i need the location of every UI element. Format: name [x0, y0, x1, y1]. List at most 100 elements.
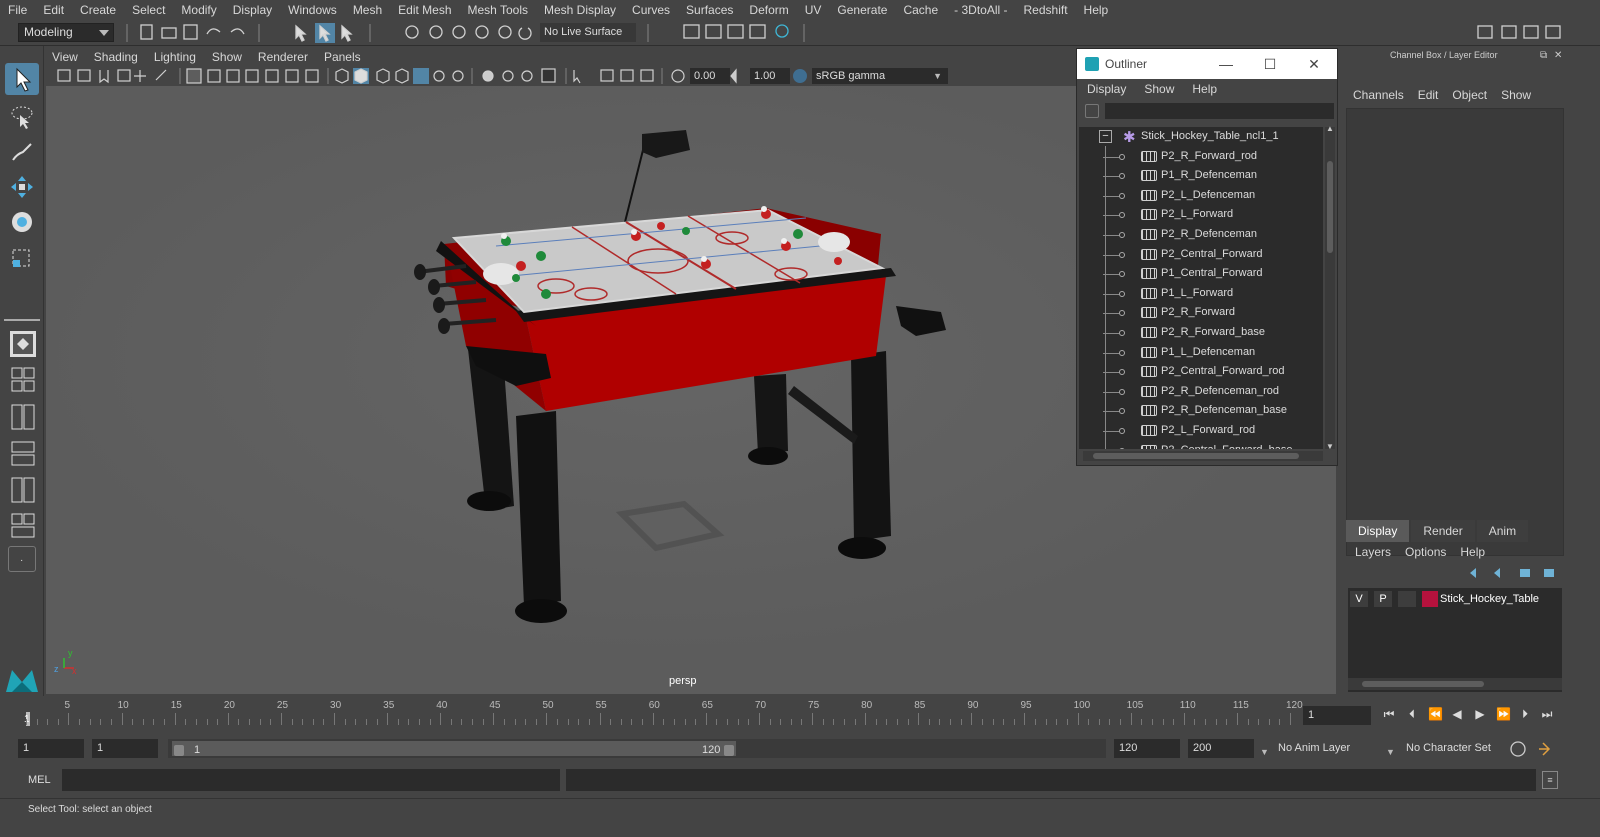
layer-horizontal-scrollbar[interactable]	[1348, 678, 1562, 690]
persp-hypershade-layout-button[interactable]	[5, 510, 39, 542]
tab-display[interactable]: Display	[1346, 520, 1410, 542]
four-view-layout-button[interactable]	[5, 364, 39, 396]
visibility-dot-icon[interactable]	[1119, 192, 1125, 199]
menu-deform[interactable]: Deform	[741, 3, 796, 17]
color-space-dropdown[interactable]: sRGB gamma ▼	[812, 68, 948, 84]
outliner-item[interactable]: P2_R_Forward	[1079, 303, 1323, 323]
scrollbar-thumb[interactable]	[1327, 161, 1333, 253]
channel-box-menu-object[interactable]: Object	[1445, 88, 1494, 102]
go-to-end-icon[interactable]: ⏭	[1540, 707, 1554, 721]
outliner-item[interactable]: P1_Central_Forward	[1079, 264, 1323, 284]
mode-selector[interactable]: Modeling	[18, 23, 114, 42]
outliner-titlebar[interactable]: Outliner — ☐ ✕	[1077, 49, 1337, 79]
range-slider-bar[interactable]: 1 120	[172, 741, 736, 756]
lasso-tool-button[interactable]	[5, 101, 39, 133]
outliner-item[interactable]: P1_L_Forward	[1079, 284, 1323, 304]
layer-playback-toggle[interactable]: P	[1374, 591, 1392, 607]
persp-outliner-layout-button[interactable]	[5, 401, 39, 433]
playback-start-field[interactable]: 1	[92, 739, 158, 758]
visibility-dot-icon[interactable]	[1119, 447, 1125, 449]
outliner-item[interactable]: P1_R_Defenceman	[1079, 166, 1323, 186]
menu-uv[interactable]: UV	[797, 3, 830, 17]
outliner-menu-show[interactable]: Show	[1134, 82, 1182, 96]
channel-box-menu-show[interactable]: Show	[1494, 88, 1538, 102]
visibility-dot-icon[interactable]	[1119, 388, 1125, 395]
visibility-dot-icon[interactable]	[1119, 369, 1125, 376]
menu-mesh-display[interactable]: Mesh Display	[536, 3, 624, 17]
menu-display[interactable]: Display	[225, 3, 280, 17]
visibility-dot-icon[interactable]	[1119, 310, 1125, 317]
menu-edit-mesh[interactable]: Edit Mesh	[390, 3, 459, 17]
menu-cache[interactable]: Cache	[895, 3, 946, 17]
outliner-item[interactable]: P2_R_Defenceman_base	[1079, 401, 1323, 421]
scroll-down-icon[interactable]: ▼	[1326, 442, 1334, 451]
outliner-menu-help[interactable]: Help	[1182, 82, 1225, 96]
outliner-horizontal-scrollbar[interactable]	[1083, 451, 1323, 461]
viewport-menu-show[interactable]: Show	[204, 50, 250, 64]
visibility-dot-icon[interactable]	[1119, 427, 1125, 434]
single-perspective-layout-button[interactable]	[5, 328, 39, 360]
maximize-icon[interactable]: ☐	[1261, 55, 1279, 73]
outliner-item[interactable]: P2_R_Defenceman	[1079, 225, 1323, 245]
select-tool-button[interactable]	[5, 63, 39, 95]
script-editor-icon[interactable]: ≡	[1542, 771, 1558, 789]
command-language-label[interactable]: MEL	[28, 774, 51, 786]
visibility-dot-icon[interactable]	[1119, 271, 1125, 278]
viewport-menu-shading[interactable]: Shading	[86, 50, 146, 64]
tab-anim[interactable]: Anim	[1476, 520, 1529, 542]
close-icon[interactable]: ✕	[1554, 50, 1562, 61]
menu-help[interactable]: Help	[1076, 3, 1117, 17]
viewport-menu-panels[interactable]: Panels	[316, 50, 369, 64]
persp-graph-layout-button[interactable]	[5, 438, 39, 470]
scrollbar-thumb[interactable]	[1362, 681, 1484, 687]
layer-menu-layers[interactable]: Layers	[1348, 545, 1398, 559]
menu-edit[interactable]: Edit	[35, 3, 72, 17]
outliner-item[interactable]: P2_R_Forward_base	[1079, 323, 1323, 343]
visibility-dot-icon[interactable]	[1119, 231, 1125, 238]
layer-visibility-toggle[interactable]: V	[1350, 591, 1368, 607]
animation-start-field[interactable]: 1	[18, 739, 84, 758]
scroll-up-icon[interactable]: ▲	[1326, 124, 1334, 133]
move-tool-button[interactable]	[5, 171, 39, 203]
menu-curves[interactable]: Curves	[624, 3, 678, 17]
step-forward-frame-icon[interactable]: ⏵	[1518, 707, 1532, 721]
menu-mesh-tools[interactable]: Mesh Tools	[460, 3, 536, 17]
rotate-tool-button[interactable]	[5, 206, 39, 238]
outliner-item[interactable]: P2_R_Forward_rod	[1079, 147, 1323, 167]
outliner-item[interactable]: P2_L_Forward	[1079, 205, 1323, 225]
visibility-dot-icon[interactable]	[1119, 212, 1125, 219]
minimize-icon[interactable]: —	[1217, 55, 1235, 73]
menu-windows[interactable]: Windows	[280, 3, 345, 17]
outliner-menu-display[interactable]: Display	[1077, 82, 1134, 96]
gamma-field[interactable]: 1.00	[750, 68, 790, 84]
close-icon[interactable]: ✕	[1305, 55, 1323, 73]
viewport-menu-view[interactable]: View	[44, 50, 86, 64]
layer-row[interactable]: V P Stick_Hockey_Table	[1350, 590, 1560, 608]
visibility-dot-icon[interactable]	[1119, 153, 1125, 160]
tab-render[interactable]: Render	[1411, 520, 1475, 542]
animation-end-field[interactable]: 200	[1188, 739, 1254, 758]
menu-create[interactable]: Create	[72, 3, 124, 17]
viewport-menu-renderer[interactable]: Renderer	[250, 50, 316, 64]
outliner-item[interactable]: P2_R_Defenceman_rod	[1079, 382, 1323, 402]
channel-box-menu-channels[interactable]: Channels	[1346, 88, 1411, 102]
time-slider[interactable]: 1 51015202530354045505560657075808590951…	[18, 700, 1303, 728]
step-forward-key-icon[interactable]: ⏩	[1496, 707, 1511, 721]
outliner-root-item[interactable]: − ✱ Stick_Hockey_Table_ncl1_1	[1079, 127, 1323, 147]
visibility-dot-icon[interactable]	[1119, 408, 1125, 415]
menu-surfaces[interactable]: Surfaces	[678, 3, 741, 17]
collapse-icon[interactable]: −	[1099, 130, 1112, 143]
play-backwards-icon[interactable]: ◀	[1450, 707, 1464, 721]
filter-icon[interactable]	[1085, 104, 1099, 118]
custom-layout-button[interactable]: ·	[8, 546, 36, 572]
play-forwards-icon[interactable]: ▶	[1473, 707, 1487, 721]
outliner-item[interactable]: P2_Central_Forward_rod	[1079, 362, 1323, 382]
exposure-field[interactable]: 0.00	[690, 68, 730, 84]
playback-end-field[interactable]: 120	[1114, 739, 1180, 758]
character-set-dropdown[interactable]: ▼ No Character Set	[1386, 739, 1502, 758]
go-to-start-icon[interactable]: ⏮	[1382, 707, 1396, 721]
layer-display-type-toggle[interactable]	[1398, 591, 1416, 607]
layer-color-swatch[interactable]	[1422, 591, 1438, 607]
channel-box-menu-edit[interactable]: Edit	[1411, 88, 1446, 102]
visibility-dot-icon[interactable]	[1119, 173, 1125, 180]
